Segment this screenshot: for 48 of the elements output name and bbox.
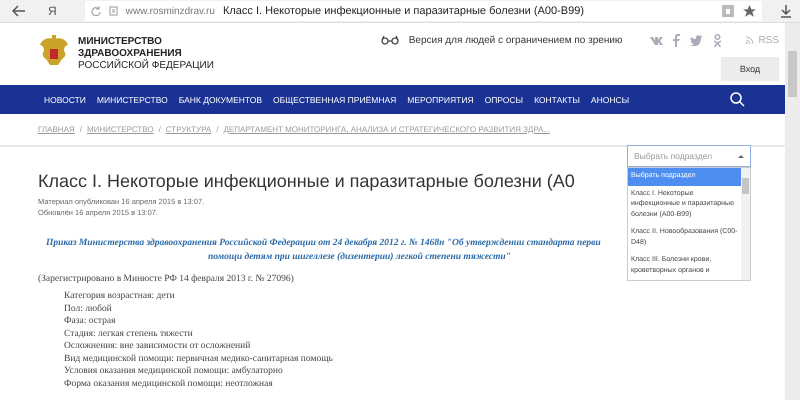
nav-link[interactable]: ОБЩЕСТВЕННАЯ ПРИЁМНАЯ <box>273 94 396 104</box>
nav-link[interactable]: МЕРОПРИЯТИЯ <box>407 94 474 104</box>
nav-link[interactable]: МИНИСТЕРСТВО <box>96 94 168 104</box>
vk-icon[interactable] <box>650 36 664 44</box>
url-text: www.rosminzdrav.ru <box>126 6 215 16</box>
facebook-icon[interactable] <box>673 34 680 46</box>
order-title-line: помощи детям при шигеллезе (дизентерии) легкой степени тяжести" <box>208 251 511 264</box>
registration-note: (Зарегистрировано в Минюсте РФ 14 февраля 2013 г. № 27096) <box>38 274 294 284</box>
standard-attribute: Условия оказания медицинской помощи: амбулаторно <box>64 365 283 378</box>
article-title: Класс I. Некоторые инфекционные и паразитарные болезни (A0 <box>38 171 575 192</box>
page-icon <box>108 6 118 16</box>
org-name-line: ЗДРАВООХРАНЕНИЯ <box>78 48 183 59</box>
address-bar[interactable]: www.rosminzdrav.ru Класс I. Некоторые инфекционные и паразитарные болезни (A00-B99) <box>84 1 762 21</box>
download-icon[interactable] <box>780 4 792 18</box>
list-scrollbar[interactable] <box>741 168 750 280</box>
odnoklassniki-icon[interactable] <box>713 34 722 46</box>
lock-icon[interactable] <box>721 4 735 18</box>
breadcrumb-separator: / <box>80 125 82 134</box>
glasses-icon[interactable] <box>380 35 399 45</box>
standard-attribute: Пол: любой <box>64 302 112 315</box>
breadcrumb-separator: / <box>158 125 161 134</box>
nav-link[interactable]: НОВОСТИ <box>44 94 86 104</box>
standard-attribute: Осложнения: вне зависимости от осложнений <box>64 340 250 352</box>
nav-link[interactable]: ОПРОСЫ <box>484 94 524 104</box>
standard-attribute: Стадия: легкая степень тяжести <box>64 328 193 340</box>
rss-icon[interactable] <box>746 36 754 44</box>
page-scrollbar[interactable] <box>785 23 800 400</box>
caret-icon <box>738 154 744 158</box>
nav-link[interactable]: БАНК ДОКУМЕНТОВ <box>178 94 262 104</box>
standard-attribute: Категория возрастная: дети <box>64 290 175 302</box>
standard-attribute: Вид медицинской помощи: первичная медико-санитарная помощь <box>64 352 333 365</box>
order-title-line: Приказ Министерства здравоохранения Российской Федерации от 24 декабря 2012 г. № 1468н "Об утверждении стандарта перви <box>46 237 601 250</box>
org-name-line: РОССИЙСКОЙ ФЕДЕРАЦИИ <box>78 60 214 72</box>
star-icon[interactable] <box>743 4 756 18</box>
breadcrumb-separator: / <box>216 125 218 134</box>
page-title: Класс I. Некоторые инфекционные и паразитарные болезни (A00-B99) <box>222 5 584 17</box>
twitter-icon[interactable] <box>690 34 704 46</box>
back-icon[interactable] <box>12 5 26 17</box>
accessibility-link[interactable]: Версия для людей с ограничением по зрению <box>408 34 622 46</box>
reload-icon[interactable] <box>90 6 101 16</box>
org-name-line: МИНИСТЕРСТВО <box>78 36 163 48</box>
nav-link[interactable]: КОНТАКТЫ <box>534 94 580 104</box>
standard-attribute: Фаза: острая <box>64 315 116 328</box>
nav-link[interactable]: АНОНСЫ <box>590 94 630 104</box>
login-button[interactable]: Вход <box>721 56 779 80</box>
search-icon[interactable] <box>730 92 745 107</box>
standard-attribute: Форма оказания медицинской помощи: неотложная <box>64 378 273 390</box>
browser-logo[interactable]: Я <box>48 4 57 18</box>
